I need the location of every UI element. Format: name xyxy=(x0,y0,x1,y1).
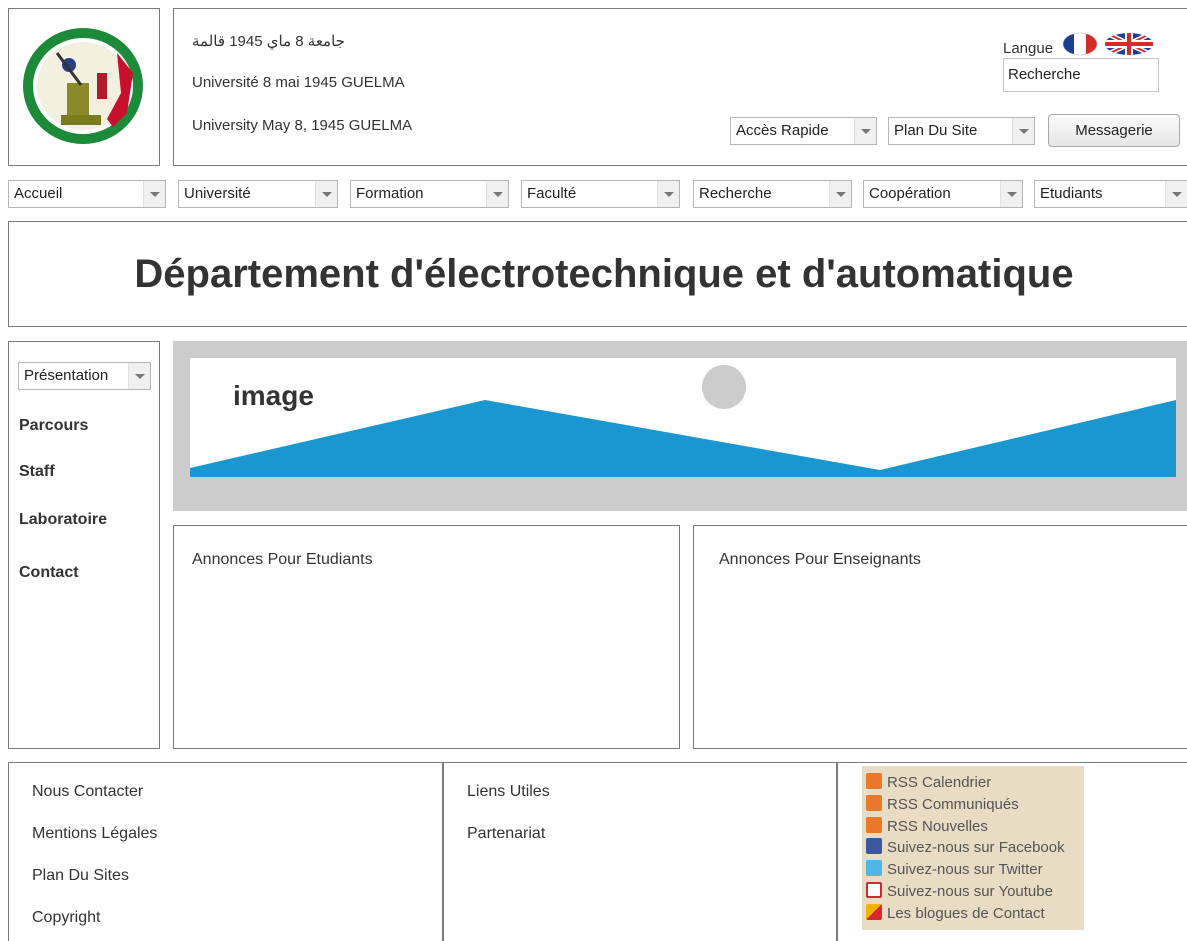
footer-link-mentions-legales[interactable]: Mentions Légales xyxy=(32,825,157,843)
twitter-icon xyxy=(866,860,882,876)
chevron-down-icon xyxy=(128,363,150,389)
youtube-icon xyxy=(866,882,882,898)
footer-link-copyright[interactable]: Copyright xyxy=(32,909,100,927)
logo-box xyxy=(8,8,160,166)
nav-select-etudiants[interactable]: Etudiants xyxy=(1034,180,1187,208)
acces-rapide-label: Accès Rapide xyxy=(736,122,829,139)
presentation-label: Présentation xyxy=(24,367,109,384)
footer-top-border xyxy=(8,762,1187,763)
uk-flag-icon[interactable] xyxy=(1104,32,1154,56)
footer-link-plan-du-sites[interactable]: Plan Du Sites xyxy=(32,867,129,885)
chevron-down-icon xyxy=(1012,118,1034,144)
nav-select-faculte[interactable]: Faculté xyxy=(521,180,680,208)
chevron-down-icon xyxy=(486,181,508,207)
rss-label: RSS Nouvelles xyxy=(887,818,988,835)
rss-label: RSS Communiqués xyxy=(887,796,1019,813)
sidebar xyxy=(8,341,160,749)
image-placeholder-icon xyxy=(190,365,1176,477)
search-input[interactable]: Recherche xyxy=(1003,58,1159,92)
page-title: Département d'électrotechnique et d'auto… xyxy=(134,252,1074,296)
sidebar-link-staff[interactable]: Staff xyxy=(19,463,55,481)
rss-label: RSS Calendrier xyxy=(887,774,992,791)
footer-link-partenariat[interactable]: Partenariat xyxy=(467,825,545,843)
blogues-link[interactable]: Les blogues de Contact xyxy=(866,904,1045,924)
university-name-english: University May 8, 1945 GUELMA xyxy=(192,117,413,134)
annonces-etudiants-title: Annonces Pour Etudiants xyxy=(192,551,373,568)
rss-calendrier-link[interactable]: RSS Calendrier xyxy=(866,773,991,793)
twitter-link[interactable]: Suivez-nous sur Twitter xyxy=(866,860,1043,880)
acces-rapide-select[interactable]: Accès Rapide xyxy=(730,117,877,145)
langue-label: Langue xyxy=(1003,40,1054,57)
chevron-down-icon xyxy=(1000,181,1022,207)
footer-link-liens-utiles[interactable]: Liens Utiles xyxy=(467,783,550,801)
blogues-label: Les blogues de Contact xyxy=(887,905,1045,922)
nav-label: Recherche xyxy=(699,185,772,202)
nav-label: Accueil xyxy=(14,185,63,202)
facebook-link[interactable]: Suivez-nous sur Facebook xyxy=(866,838,1065,858)
university-name-french: Université 8 mai 1945 GUELMA xyxy=(192,74,405,91)
messagerie-button[interactable]: Messagerie xyxy=(1048,114,1180,147)
youtube-label: Suivez-nous sur Youtube xyxy=(887,883,1053,900)
blog-icon xyxy=(866,904,882,920)
footer-left-border xyxy=(8,762,9,941)
chevron-down-icon xyxy=(854,118,876,144)
sidebar-link-contact[interactable]: Contact xyxy=(19,564,79,582)
nav-select-cooperation[interactable]: Coopération xyxy=(863,180,1023,208)
nav-select-recherche[interactable]: Recherche xyxy=(693,180,852,208)
youtube-link[interactable]: Suivez-nous sur Youtube xyxy=(866,882,1053,902)
sidebar-link-parcours[interactable]: Parcours xyxy=(19,417,88,435)
university-logo[interactable] xyxy=(17,23,149,149)
rss-icon xyxy=(866,817,882,833)
plan-du-site-select[interactable]: Plan Du Site xyxy=(888,117,1035,145)
chevron-down-icon xyxy=(315,181,337,207)
nav-select-formation[interactable]: Formation xyxy=(350,180,509,208)
facebook-icon xyxy=(866,838,882,854)
sidebar-link-laboratoire[interactable]: Laboratoire xyxy=(19,511,107,529)
rss-icon xyxy=(866,795,882,811)
footer-divider-2 xyxy=(836,762,838,941)
nav-label: Coopération xyxy=(869,185,951,202)
france-flag-icon[interactable] xyxy=(1062,32,1098,56)
presentation-select[interactable]: Présentation xyxy=(18,362,151,390)
footer-divider-1 xyxy=(442,762,444,941)
banner-label: image xyxy=(233,380,314,411)
rss-nouvelles-link[interactable]: RSS Nouvelles xyxy=(866,817,988,837)
twitter-label: Suivez-nous sur Twitter xyxy=(887,861,1043,878)
nav-label: Faculté xyxy=(527,185,577,202)
plan-du-site-label: Plan Du Site xyxy=(894,122,978,139)
nav-label: Etudiants xyxy=(1040,185,1103,202)
footer-link-nous-contacter[interactable]: Nous Contacter xyxy=(32,783,143,801)
chevron-down-icon xyxy=(657,181,679,207)
chevron-down-icon xyxy=(143,181,165,207)
nav-label: Université xyxy=(184,185,251,202)
nav-label: Formation xyxy=(356,185,424,202)
annonces-enseignants-title: Annonces Pour Enseignants xyxy=(719,551,921,568)
rss-communiques-link[interactable]: RSS Communiqués xyxy=(866,795,1019,815)
banner-image: image xyxy=(190,358,1176,477)
nav-select-accueil[interactable]: Accueil xyxy=(8,180,166,208)
university-name-arabic: جامعة 8 ماي 1945 قالمة xyxy=(192,33,345,50)
chevron-down-icon xyxy=(1165,181,1187,207)
chevron-down-icon xyxy=(829,181,851,207)
nav-select-universite[interactable]: Université xyxy=(178,180,338,208)
facebook-label: Suivez-nous sur Facebook xyxy=(887,839,1065,856)
rss-icon xyxy=(866,773,882,789)
